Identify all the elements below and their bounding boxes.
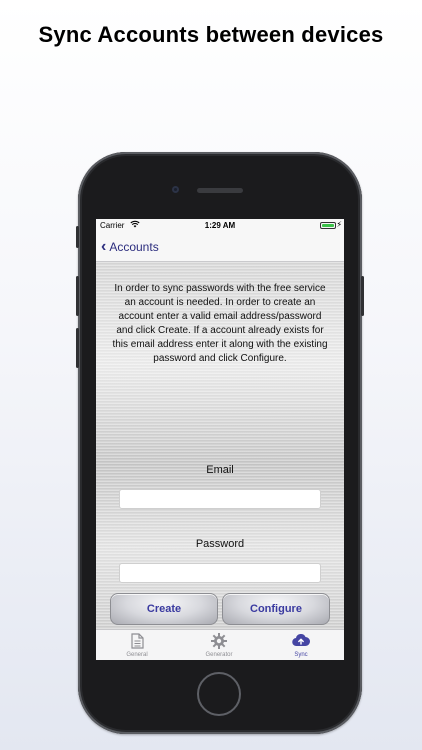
instructions-text: In order to sync passwords with the free…: [112, 283, 328, 364]
email-field[interactable]: [119, 489, 321, 509]
status-time: 1:29 AM: [204, 221, 236, 230]
volume-up-button: [76, 276, 79, 316]
power-button: [361, 276, 364, 316]
sync-account-form: In order to sync passwords with the free…: [96, 262, 344, 629]
navigation-bar: ‹ Accounts: [96, 233, 344, 262]
tab-bar: General Generator Sync: [96, 629, 344, 660]
charging-icon: ⚡︎: [336, 220, 342, 229]
phone-screen: Carrier 1:29 AM ⚡︎ ‹ Accounts In order t…: [96, 219, 344, 660]
front-camera: [172, 186, 179, 193]
chevron-left-icon: ‹: [101, 238, 107, 255]
create-button[interactable]: Create: [110, 593, 218, 625]
battery-icon: [320, 222, 336, 229]
tab-sync[interactable]: Sync: [260, 633, 342, 660]
earpiece-speaker: [197, 188, 243, 193]
document-icon: [96, 633, 178, 649]
tab-general-label: General: [126, 652, 148, 658]
tab-sync-label: Sync: [294, 652, 308, 658]
mute-switch: [76, 226, 79, 248]
tab-general[interactable]: General: [96, 633, 178, 660]
home-button[interactable]: [197, 672, 241, 716]
page-headline: Sync Accounts between devices: [38, 22, 384, 47]
volume-down-button: [76, 328, 79, 368]
cloud-upload-icon: [260, 633, 342, 649]
tab-generator-label: Generator: [205, 652, 233, 658]
password-label: Password: [195, 538, 245, 550]
status-bar: Carrier 1:29 AM ⚡︎: [96, 219, 344, 233]
back-button-label: Accounts: [109, 240, 159, 254]
tab-generator[interactable]: Generator: [178, 633, 260, 660]
email-label: Email: [206, 464, 234, 476]
back-button[interactable]: ‹ Accounts: [101, 239, 159, 255]
configure-button[interactable]: Configure: [222, 593, 330, 625]
password-field[interactable]: [119, 563, 321, 583]
gear-icon: [178, 633, 260, 649]
